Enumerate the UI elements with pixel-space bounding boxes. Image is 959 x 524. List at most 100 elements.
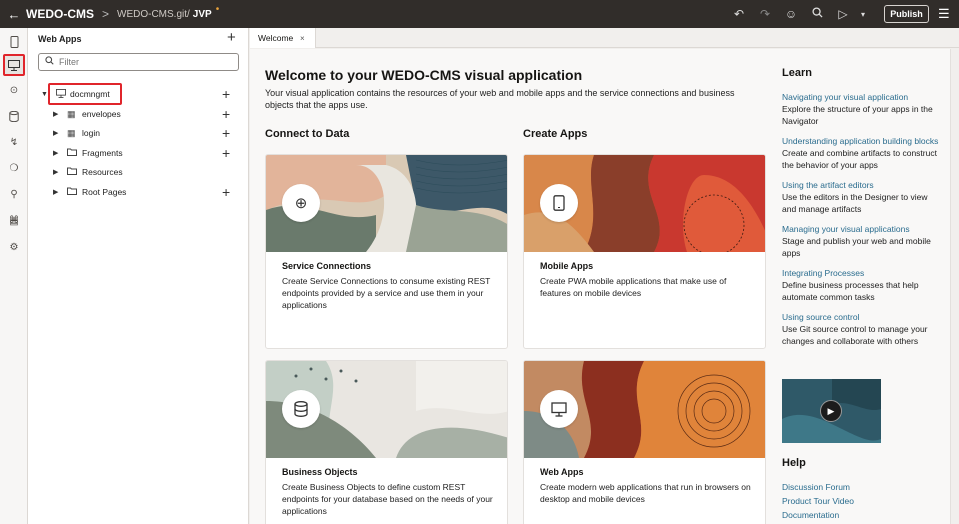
- learn-link[interactable]: Understanding application building block…: [782, 135, 942, 147]
- learn-description: Explore the structure of your apps in th…: [782, 104, 933, 126]
- tree-item-label: envelopes: [82, 109, 121, 119]
- search-icon[interactable]: [804, 7, 830, 21]
- navigator-title: Web Apps: [38, 34, 82, 44]
- mobile-apps-icon[interactable]: [6, 34, 22, 50]
- business-objects-card[interactable]: Business Objects Create Business Objects…: [265, 360, 508, 524]
- web-apps-card[interactable]: Web Apps Create modern web applications …: [523, 360, 766, 524]
- add-web-app-icon[interactable]: +: [227, 29, 236, 46]
- play-icon[interactable]: ▶: [820, 400, 842, 422]
- undo-icon[interactable]: ↶: [726, 7, 752, 21]
- database-icon: [282, 390, 320, 428]
- add-icon[interactable]: +: [222, 125, 230, 141]
- card-title: Service Connections: [282, 261, 372, 271]
- help-title: Help: [782, 457, 806, 469]
- card-title: Web Apps: [540, 467, 584, 477]
- video-thumbnail[interactable]: ▶: [782, 379, 881, 443]
- tree-item-label: Fragments: [82, 148, 123, 158]
- search-icon: [45, 56, 54, 68]
- expand-caret-icon[interactable]: ▶: [53, 149, 58, 157]
- service-connections-card[interactable]: ⊕ Service Connections Create Service Con…: [265, 154, 508, 349]
- services-icon[interactable]: ⊙: [6, 82, 22, 98]
- add-icon[interactable]: +: [222, 86, 230, 102]
- top-bar: ← WEDO-CMS > WEDO-CMS.git/ JVP • ↶ ↷ ☺ ▷…: [0, 0, 959, 28]
- desktop-monitor-icon: [540, 390, 578, 428]
- learn-title: Learn: [782, 67, 812, 79]
- git-branch-name[interactable]: JVP: [193, 9, 212, 20]
- breadcrumb-separator: >: [102, 7, 110, 21]
- learn-link[interactable]: Using source control: [782, 311, 942, 323]
- smile-feedback-icon[interactable]: ☺: [778, 7, 804, 21]
- learn-description: Define business processes that help auto…: [782, 280, 919, 302]
- settings-badge-icon[interactable]: ⚙: [6, 239, 22, 255]
- expand-caret-icon[interactable]: ▶: [53, 188, 58, 196]
- filter-input[interactable]: [59, 57, 219, 67]
- folder-icon: [67, 148, 77, 158]
- add-icon[interactable]: +: [222, 106, 230, 122]
- help-link-documentation[interactable]: Documentation: [782, 510, 839, 520]
- expand-caret-icon[interactable]: ▶: [53, 110, 58, 118]
- mobile-device-icon: [540, 184, 578, 222]
- source-icon[interactable]: ⚲: [6, 186, 22, 202]
- learn-description: Use Git source control to manage your ch…: [782, 324, 928, 346]
- processes-icon[interactable]: ↯: [6, 134, 22, 150]
- close-tab-icon[interactable]: ×: [300, 34, 305, 43]
- document-icon[interactable]: ▤: [6, 213, 22, 229]
- learn-link[interactable]: Using the artifact editors: [782, 179, 942, 191]
- folder-icon: [67, 187, 77, 197]
- editor-tab-bar: Welcome ×: [250, 28, 959, 48]
- activity-rail: ⊙ ↯ ❍ ⚲ ⌘ ▤ ⚙: [0, 28, 28, 524]
- hamburger-menu-icon[interactable]: ☰: [938, 6, 950, 22]
- tree-item-label: login: [82, 128, 100, 138]
- tree-item-envelopes[interactable]: ▶ ▦ envelopes +: [28, 105, 249, 123]
- add-icon[interactable]: +: [222, 145, 230, 161]
- expand-caret-icon[interactable]: ▶: [53, 129, 58, 137]
- learn-link[interactable]: Integrating Processes: [782, 267, 942, 279]
- learn-description: Stage and publish your web and mobile ap…: [782, 236, 931, 258]
- collapse-caret-icon[interactable]: ▼: [41, 91, 48, 98]
- business-objects-icon[interactable]: [6, 108, 22, 124]
- help-link-product-tour-video[interactable]: Product Tour Video: [782, 496, 854, 506]
- tree-item-label: Resources: [82, 167, 123, 177]
- learn-description: Use the editors in the Designer to view …: [782, 192, 928, 214]
- card-title: Business Objects: [282, 467, 358, 477]
- web-apps-icon[interactable]: [3, 54, 25, 76]
- card-description: Create Service Connections to consume ex…: [282, 276, 491, 310]
- run-icon[interactable]: ▷: [830, 7, 856, 21]
- card-description: Create modern web applications that run …: [540, 482, 751, 504]
- components-icon[interactable]: ❍: [6, 160, 22, 176]
- tree-item-login[interactable]: ▶ ▦ login +: [28, 124, 249, 142]
- tree-item-resources[interactable]: ▶ Resources: [28, 163, 249, 181]
- card-description: Create PWA mobile applications that make…: [540, 276, 727, 298]
- learn-link[interactable]: Navigating your visual application: [782, 91, 942, 103]
- back-arrow-icon[interactable]: ←: [4, 7, 24, 22]
- run-menu-chevron-icon[interactable]: ▾: [856, 10, 870, 19]
- filter-field[interactable]: [38, 53, 239, 71]
- unsaved-changes-dot: •: [215, 3, 220, 15]
- tree-item-root-pages[interactable]: ▶ Root Pages +: [28, 183, 249, 201]
- learn-link[interactable]: Managing your visual applications: [782, 223, 942, 235]
- redo-icon[interactable]: ↷: [752, 7, 778, 21]
- learn-description: Create and combine artifacts to construc…: [782, 148, 937, 170]
- intro-text: Your visual application contains the res…: [265, 88, 735, 110]
- app-name[interactable]: WEDO-CMS: [26, 7, 94, 21]
- card-description: Create Business Objects to define custom…: [282, 482, 493, 516]
- expand-caret-icon[interactable]: ▶: [53, 168, 58, 176]
- page-flow-icon: ▦: [67, 127, 76, 138]
- tab-welcome[interactable]: Welcome ×: [250, 28, 316, 48]
- learn-section: Learn Navigating your visual application…: [782, 67, 942, 347]
- connect-section-title: Connect to Data: [265, 128, 350, 140]
- add-icon[interactable]: +: [222, 184, 230, 200]
- tree-item-fragments[interactable]: ▶ Fragments +: [28, 144, 249, 162]
- publish-button[interactable]: Publish: [884, 5, 929, 23]
- help-link-discussion-forum[interactable]: Discussion Forum: [782, 482, 850, 492]
- card-title: Mobile Apps: [540, 261, 594, 271]
- toolbar: ↶ ↷ ☺ ▷ ▾: [726, 0, 870, 28]
- service-connection-icon: ⊕: [282, 184, 320, 222]
- tab-label: Welcome: [258, 33, 294, 43]
- folder-icon: [67, 167, 77, 177]
- highlight-box-docmngmt: [48, 83, 122, 105]
- scrollbar[interactable]: [950, 49, 959, 524]
- git-repo-name[interactable]: WEDO-CMS.git/: [117, 9, 190, 20]
- mobile-apps-card[interactable]: Mobile Apps Create PWA mobile applicatio…: [523, 154, 766, 349]
- tree-item-label: Root Pages: [82, 187, 127, 197]
